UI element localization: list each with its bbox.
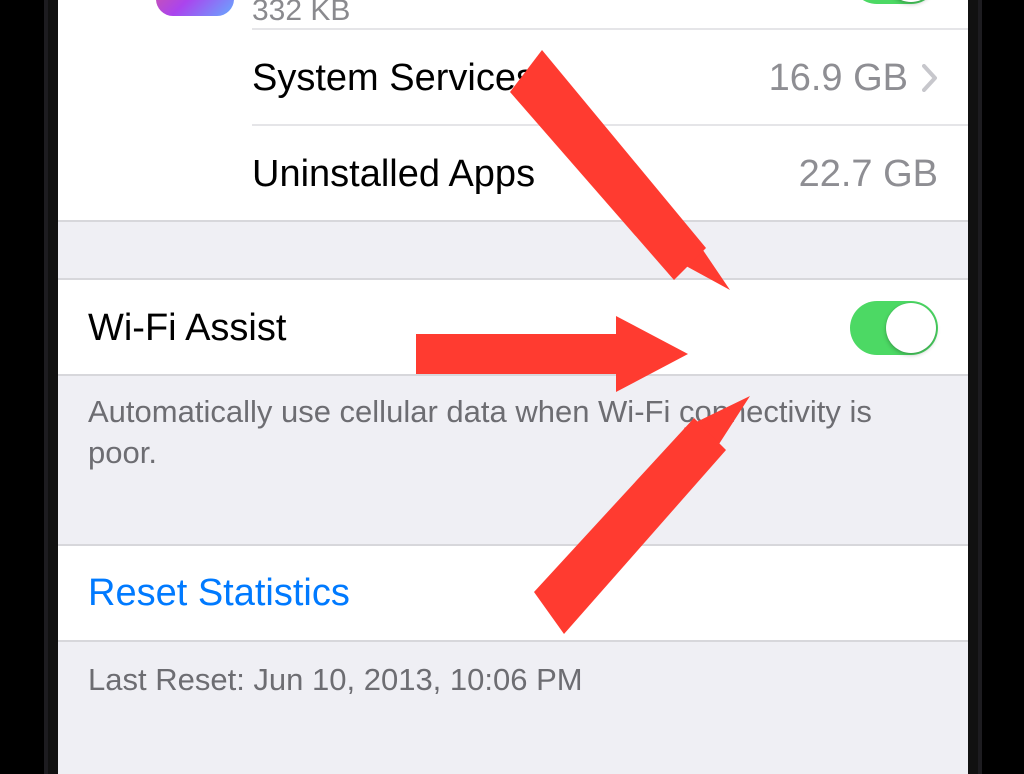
uninstalled-apps-row[interactable]: Uninstalled Apps 22.7 GB bbox=[58, 126, 968, 222]
toggle-knob bbox=[886, 303, 936, 353]
app-usage-row[interactable]: 332 KB bbox=[58, 0, 968, 30]
uninstalled-apps-value: 22.7 GB bbox=[799, 153, 938, 196]
last-reset-label: Last Reset: Jun 10, 2013, 10:06 PM bbox=[58, 642, 968, 738]
wifi-assist-label: Wi-Fi Assist bbox=[88, 307, 850, 350]
uninstalled-apps-label: Uninstalled Apps bbox=[252, 153, 799, 196]
system-services-label: System Services bbox=[252, 57, 769, 100]
phone-frame: 332 KB System Services 16.9 GB Uninstall… bbox=[0, 0, 1024, 768]
settings-screen: 332 KB System Services 16.9 GB Uninstall… bbox=[58, 0, 968, 774]
wifi-assist-row[interactable]: Wi-Fi Assist bbox=[58, 280, 968, 376]
section-gap bbox=[58, 222, 968, 280]
chevron-right-icon bbox=[922, 64, 938, 92]
app-size-label: 332 KB bbox=[252, 0, 938, 28]
app-icon bbox=[156, 0, 234, 16]
wifi-assist-toggle[interactable] bbox=[850, 301, 938, 355]
section-gap-2 bbox=[58, 498, 968, 546]
reset-statistics-row[interactable]: Reset Statistics bbox=[58, 546, 968, 642]
reset-statistics-label: Reset Statistics bbox=[88, 572, 938, 615]
wifi-assist-footer: Automatically use cellular data when Wi-… bbox=[58, 376, 968, 498]
system-services-row[interactable]: System Services 16.9 GB bbox=[58, 30, 968, 126]
system-services-value: 16.9 GB bbox=[769, 57, 908, 100]
